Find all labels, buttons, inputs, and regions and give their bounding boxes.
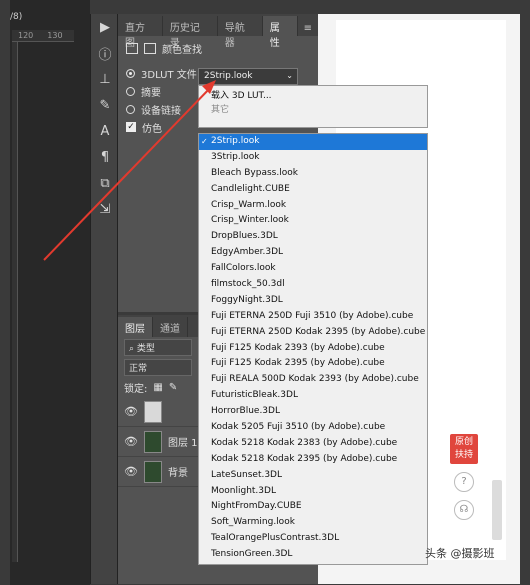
eye-icon[interactable]: 👁 xyxy=(124,405,138,418)
lock-label: 锁定: xyxy=(124,383,148,395)
abstract-label: 摘要 xyxy=(141,87,161,99)
type-icon[interactable]: A xyxy=(91,118,119,144)
lut-list-item[interactable]: 3Strip.look xyxy=(199,150,427,166)
lut-list-item[interactable]: filmstock_50.3dl xyxy=(199,277,427,293)
lut-list-item[interactable]: Kodak 5205 Fuji 3510 (by Adobe).cube xyxy=(199,420,427,436)
layer-name: 图层 1 xyxy=(168,438,198,449)
layer-thumbnail xyxy=(144,430,162,453)
lut-list-item[interactable]: TensionGreen.3DL xyxy=(199,547,427,563)
lut-list-item[interactable]: Candlelight.CUBE xyxy=(199,182,427,198)
layer-thumbnail xyxy=(144,460,162,483)
support-icon[interactable]: ☊ xyxy=(454,500,474,520)
ruler-tick: 130 xyxy=(47,31,63,40)
vertical-ruler xyxy=(12,42,18,562)
layer-filter-value: 类型 xyxy=(136,343,155,354)
watermark: 头条 @摄影班 xyxy=(425,547,495,560)
lock-pixels-icon[interactable]: ▦ xyxy=(153,382,162,393)
original-support-badge[interactable]: 原创 扶持 xyxy=(450,434,478,464)
transform-icon[interactable]: ⇲ xyxy=(91,196,119,222)
panel-menu-icon[interactable]: ≡ xyxy=(298,21,318,36)
lut-list-item[interactable]: Crisp_Winter.look xyxy=(199,213,427,229)
other-item: 其它 xyxy=(211,105,230,115)
blend-mode-value: 正常 xyxy=(129,363,148,374)
lut-list-item[interactable]: FuturisticBleak.3DL xyxy=(199,388,427,404)
lut-list-item[interactable]: NightFromDay.CUBE xyxy=(199,499,427,515)
ruler-tick: 120 xyxy=(18,31,34,40)
lut-list-item[interactable]: Fuji ETERNA 250D Kodak 2395 (by Adobe).c… xyxy=(199,325,427,341)
lut-file-select[interactable]: 2Strip.look ⌄ xyxy=(198,68,298,85)
panel-icon-strip: ▶ ⓘ ⊥ ✎ A ¶ ⧉ ⇲ xyxy=(90,14,118,584)
tab-histogram[interactable]: 直方图 xyxy=(118,16,163,49)
properties-header: 颜色查找 xyxy=(118,36,318,60)
lut-dropdown-list: 2Strip.look3Strip.lookBleach Bypass.look… xyxy=(198,133,428,565)
lut-list-item[interactable]: DropBlues.3DL xyxy=(199,229,427,245)
horizontal-ruler: 120 130 xyxy=(12,30,74,42)
lut-list-item[interactable]: Fuji ETERNA 250D Fuji 3510 (by Adobe).cu… xyxy=(199,309,427,325)
lut-file-value: 2Strip.look xyxy=(204,71,253,81)
lut-list-item[interactable]: Fuji F125 Kodak 2393 (by Adobe).cube xyxy=(199,341,427,357)
adjustment-icon xyxy=(126,42,138,54)
help-icon[interactable]: ? xyxy=(454,472,474,492)
lut-list-item[interactable]: Crisp_Warm.look xyxy=(199,198,427,214)
device-link-label: 设备链接 xyxy=(141,105,181,117)
glyph-icon[interactable]: ⧉ xyxy=(91,170,119,196)
lut-list-item[interactable]: Soft_Warming.look xyxy=(199,515,427,531)
photoshop-window: /8) 120 130 ▶ ⓘ ⊥ ✎ A ¶ ⧉ ⇲ 直方图 历史记录 导航器… xyxy=(0,0,530,585)
lut-list-item[interactable]: LateSunset.3DL xyxy=(199,468,427,484)
lock-brush-icon[interactable]: ✎ xyxy=(169,382,177,393)
lut-list-item[interactable]: Fuji F125 Kodak 2395 (by Adobe).cube xyxy=(199,356,427,372)
stamp-icon[interactable]: ⊥ xyxy=(91,66,119,92)
lut-radio[interactable] xyxy=(126,68,135,78)
badge-text: 原创 扶持 xyxy=(454,437,473,460)
document-title: /8) xyxy=(10,12,23,22)
adjustment-title: 颜色查找 xyxy=(162,44,202,56)
eye-icon[interactable]: 👁 xyxy=(124,465,138,478)
lut-list-item[interactable]: 2Strip.look xyxy=(199,134,427,150)
eye-icon[interactable]: 👁 xyxy=(124,435,138,448)
info-icon[interactable]: ⓘ xyxy=(91,40,119,66)
tab-channels[interactable]: 通道 xyxy=(153,317,188,337)
panel-tabs: 直方图 历史记录 导航器 属性 ≡ xyxy=(118,14,318,49)
brush-icon[interactable]: ✎ xyxy=(91,92,119,118)
lut-popup-header: 载入 3D LUT... 其它 xyxy=(198,85,428,128)
tab-history[interactable]: 历史记录 xyxy=(163,16,218,49)
lut-list-item[interactable]: Bleach Bypass.look xyxy=(199,166,427,182)
load-lut-item[interactable]: 载入 3D LUT... xyxy=(199,86,427,101)
abstract-radio[interactable] xyxy=(126,86,135,96)
lut-list-item[interactable]: Kodak 5218 Kodak 2383 (by Adobe).cube xyxy=(199,436,427,452)
tab-properties[interactable]: 属性 xyxy=(262,16,298,49)
chevron-down-icon: ⌄ xyxy=(286,71,293,80)
scrollbar[interactable] xyxy=(492,480,502,540)
play-icon[interactable]: ▶ xyxy=(91,14,119,40)
lut-list-item[interactable]: Kodak 5218 Kodak 2395 (by Adobe).cube xyxy=(199,452,427,468)
blend-mode-select[interactable]: 正常 xyxy=(124,358,192,376)
lut-list-item[interactable]: Moonlight.3DL xyxy=(199,484,427,500)
adjustment-thumbnail xyxy=(144,400,162,423)
canvas-area xyxy=(10,0,90,585)
lut-list-item[interactable]: TealOrangePlusContrast.3DL xyxy=(199,531,427,547)
lut-list-item[interactable]: Fuji REALA 500D Kodak 2393 (by Adobe).cu… xyxy=(199,372,427,388)
lut-list-item[interactable]: FallColors.look xyxy=(199,261,427,277)
tab-layers[interactable]: 图层 xyxy=(118,317,153,337)
lut-list-item[interactable]: EdgyAmber.3DL xyxy=(199,245,427,261)
mask-icon[interactable] xyxy=(144,42,156,54)
paragraph-icon[interactable]: ¶ xyxy=(91,144,119,170)
layer-filter-select[interactable]: ⌕ 类型 xyxy=(124,338,192,356)
lut-list-item[interactable]: HorrorBlue.3DL xyxy=(199,404,427,420)
lut-list-item[interactable]: FoggyNight.3DL xyxy=(199,293,427,309)
dither-checkbox[interactable]: ✓ xyxy=(126,122,136,132)
device-link-radio[interactable] xyxy=(126,104,135,114)
dither-label: 仿色 xyxy=(142,123,162,135)
layer-name: 背景 xyxy=(168,468,188,479)
tab-navigator[interactable]: 导航器 xyxy=(218,16,263,49)
lut-label: 3DLUT 文件 xyxy=(141,69,197,81)
